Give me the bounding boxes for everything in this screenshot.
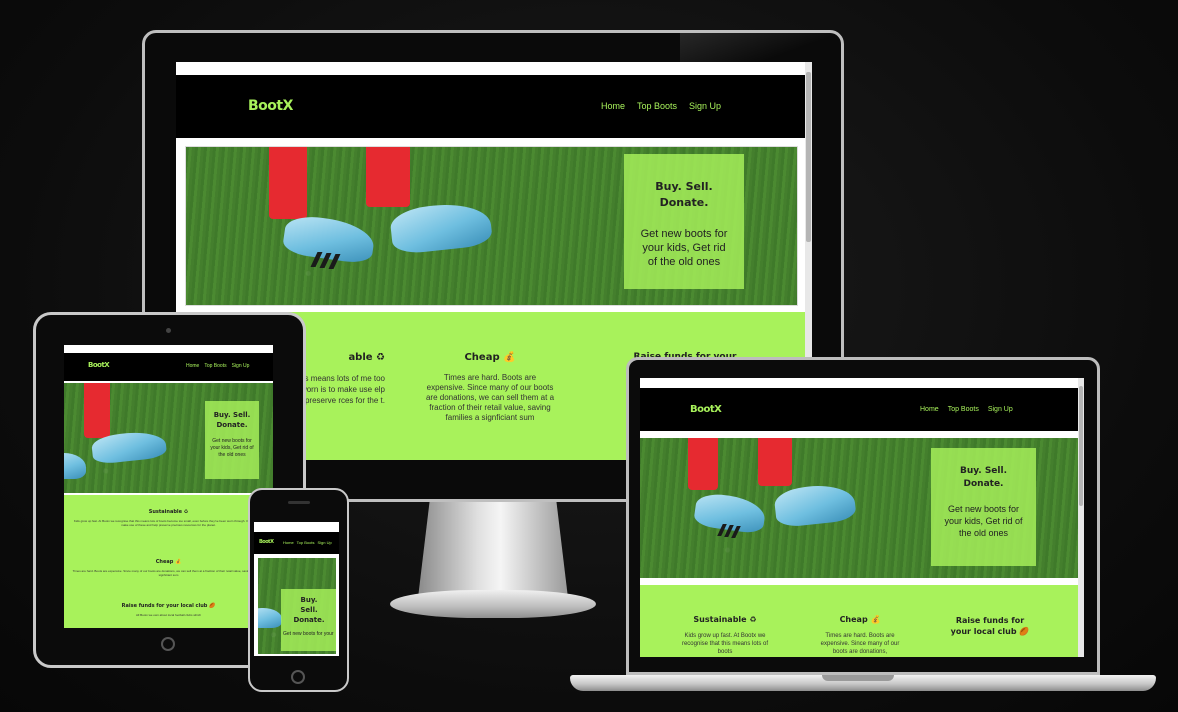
- phone-screen: BootX Home Top Boots Sign Up Buy. Sell. …: [254, 522, 339, 656]
- laptop-scrollbar[interactable]: [1078, 378, 1084, 657]
- nav-sign-up[interactable]: Sign Up: [689, 101, 721, 111]
- hero-title-2: Donate.: [659, 196, 709, 209]
- phone-home-button[interactable]: [291, 670, 305, 684]
- nav-home[interactable]: Home: [601, 101, 625, 111]
- phone-speaker: [288, 501, 310, 504]
- monitor-stand-base: [390, 590, 596, 618]
- feature-cheap: Cheap 💰 Times are hard. Boots are expens…: [425, 352, 555, 422]
- phone-hero-image: Buy. Sell. Donate. Get new boots for you…: [258, 558, 336, 654]
- monitor-stand-neck: [418, 498, 568, 598]
- right-boot: [388, 199, 494, 256]
- laptop-notch: [822, 675, 894, 681]
- tablet-camera: [166, 328, 171, 333]
- left-leg: [269, 147, 307, 219]
- tablet-screen: BootX Home Top Boots Sign Up Buy. Sell. …: [64, 345, 273, 628]
- right-leg: [366, 147, 410, 207]
- desktop-logo[interactable]: BootX: [248, 98, 293, 114]
- desktop-navbar: BootX Home Top Boots Sign Up: [176, 75, 812, 138]
- hero-title-1: Buy. Sell.: [655, 180, 713, 193]
- desktop-hero-image: Buy. Sell. Donate. Get new boots for you…: [185, 146, 798, 306]
- desktop-hero-card: Buy. Sell. Donate. Get new boots for you…: [624, 154, 744, 289]
- hero-tagline: Get new boots for your kids, Get rid of …: [640, 228, 728, 268]
- laptop-features: Sustainable ♻ Kids grow up fast. At Boot…: [640, 585, 1078, 657]
- desktop-menu: Home Top Boots Sign Up: [601, 101, 721, 111]
- tablet-home-button[interactable]: [161, 637, 175, 651]
- laptop-hero-image: Buy. Sell. Donate. Get new boots for you…: [640, 438, 1078, 578]
- tablet-features: Sustainable ♻ Kids grow up fast. At Boot…: [64, 495, 273, 628]
- tablet-hero-image: Buy. Sell. Donate. Get new boots for you…: [64, 383, 273, 493]
- nav-top-boots[interactable]: Top Boots: [637, 101, 677, 111]
- laptop-screen: BootX Home Top Boots Sign Up Buy. Sell. …: [640, 378, 1084, 657]
